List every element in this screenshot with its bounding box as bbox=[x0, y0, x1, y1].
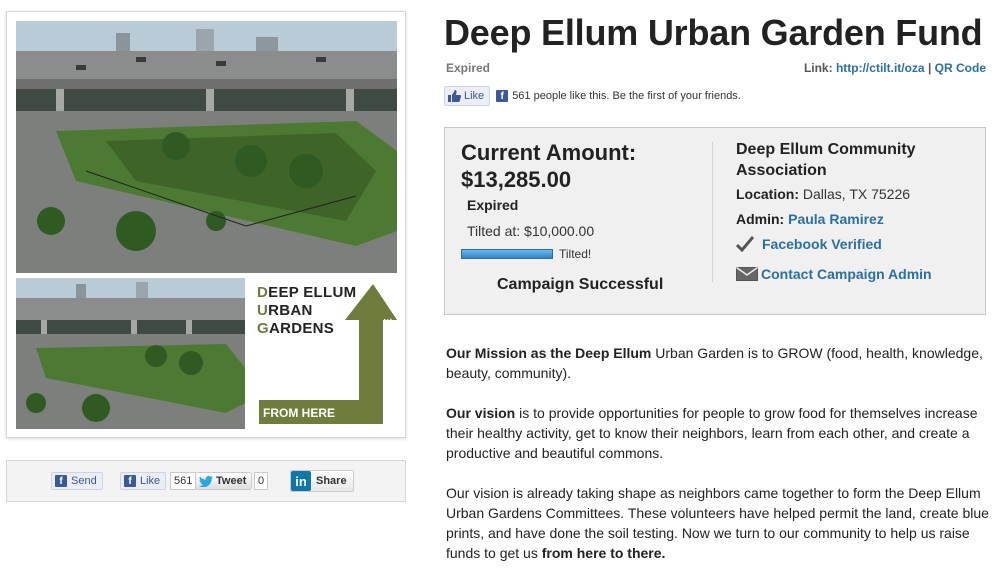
logo-line-3: GARDENS bbox=[257, 320, 335, 337]
facebook-icon: f bbox=[124, 475, 136, 487]
funding-info-box: Current Amount: $13,285.00 Expired Tilte… bbox=[444, 127, 986, 315]
location-value: Dallas, TX 75226 bbox=[802, 186, 911, 202]
current-amount-label: Current Amount: bbox=[461, 140, 637, 165]
like-count: 561 bbox=[170, 472, 197, 490]
contact-label: Contact Campaign Admin bbox=[761, 266, 932, 282]
organizer-location: Location: Dallas, TX 75226 bbox=[736, 186, 910, 202]
garden-thumbnail-photo bbox=[16, 278, 245, 429]
facebook-like-row: Like f 561 people like this. Be the firs… bbox=[444, 85, 741, 107]
qr-code-link[interactable]: QR Code bbox=[935, 61, 986, 75]
organizer-admin: Admin: Paula Ramirez bbox=[736, 211, 884, 227]
deep-ellum-logo: DEEP ELLUM URBAN GARDENS FROM HERE TO TH… bbox=[249, 278, 397, 429]
tilted-label: Tilted! bbox=[559, 247, 592, 261]
facebook-like-button[interactable]: f Like bbox=[120, 472, 167, 490]
campaign-result: Campaign Successful bbox=[497, 276, 664, 293]
facebook-send-button[interactable]: f Send bbox=[51, 472, 103, 490]
organizer-name: Deep Ellum Community Association bbox=[736, 141, 916, 179]
tilt-threshold: Tilted at: $10,000.00 bbox=[467, 223, 595, 239]
progress-text: Our vision is already taking shape as ne… bbox=[446, 485, 989, 561]
thumbs-up-icon bbox=[448, 90, 461, 102]
like-summary-text: 561 people like this. Be the first of yo… bbox=[512, 90, 741, 102]
checkmark-icon bbox=[736, 236, 754, 252]
logo-line-1: DEEP ELLUM bbox=[257, 284, 357, 301]
link-separator: | bbox=[927, 61, 932, 75]
facebook-like-button-top[interactable]: Like bbox=[444, 86, 491, 106]
send-label: Send bbox=[71, 475, 97, 487]
facebook-icon: f bbox=[496, 90, 509, 102]
facebook-icon: f bbox=[55, 475, 67, 487]
short-link[interactable]: http://ctilt.it/oza bbox=[836, 61, 925, 75]
envelope-icon bbox=[736, 267, 758, 281]
verified-label: Facebook Verified bbox=[762, 236, 882, 252]
logo-from-here: FROM HERE bbox=[263, 406, 335, 420]
linkedin-share-button[interactable]: in Share bbox=[290, 470, 354, 492]
campaign-link-line: Link: http://ctilt.it/oza | QR Code bbox=[804, 61, 986, 75]
link-label: Link: bbox=[803, 61, 833, 75]
vision-bold: Our vision bbox=[446, 405, 516, 421]
twitter-bird-icon bbox=[199, 475, 213, 487]
admin-name-link[interactable]: Paula Ramirez bbox=[788, 211, 884, 227]
campaign-title: Deep Ellum Urban Garden Fund bbox=[444, 12, 983, 53]
funding-status: Expired bbox=[467, 197, 519, 213]
tweet-label: Tweet bbox=[216, 475, 247, 487]
garden-main-photo bbox=[16, 21, 397, 273]
tweet-button[interactable]: Tweet bbox=[195, 472, 253, 490]
campaign-status: Expired bbox=[446, 61, 491, 75]
tweet-count: 0 bbox=[254, 472, 269, 490]
progress-bold: from here to there. bbox=[541, 545, 666, 561]
progress-paragraph: Our vision is already taking shape as ne… bbox=[446, 483, 991, 563]
like-label-top: Like bbox=[464, 90, 485, 102]
logo-to-there: TO THERE bbox=[382, 318, 395, 374]
mission-paragraph: Our Mission as the Deep Ellum Urban Gard… bbox=[446, 343, 991, 383]
vision-text: is to provide opportunities for people t… bbox=[446, 405, 978, 461]
current-amount-value: $13,285.00 bbox=[461, 167, 572, 192]
contact-admin-link[interactable]: Contact Campaign Admin bbox=[736, 266, 932, 282]
linkedin-icon: in bbox=[291, 471, 311, 491]
funding-progress-bar bbox=[461, 249, 553, 259]
campaign-photo-frame: DEEP ELLUM URBAN GARDENS FROM HERE TO TH… bbox=[6, 11, 406, 438]
vision-paragraph: Our vision is to provide opportunities f… bbox=[446, 403, 991, 463]
like-label: Like bbox=[140, 475, 161, 487]
location-label: Location: bbox=[736, 186, 799, 202]
facebook-verified: Facebook Verified bbox=[736, 236, 882, 252]
share-label: Share bbox=[316, 475, 347, 487]
logo-line-2: URBAN bbox=[257, 302, 313, 319]
info-divider bbox=[712, 142, 713, 282]
mission-bold: Our Mission as the Deep Ellum bbox=[446, 345, 652, 361]
social-share-bar: f Send f Like 561 Tweet 0 in Share bbox=[6, 460, 406, 502]
admin-label: Admin: bbox=[736, 211, 785, 227]
